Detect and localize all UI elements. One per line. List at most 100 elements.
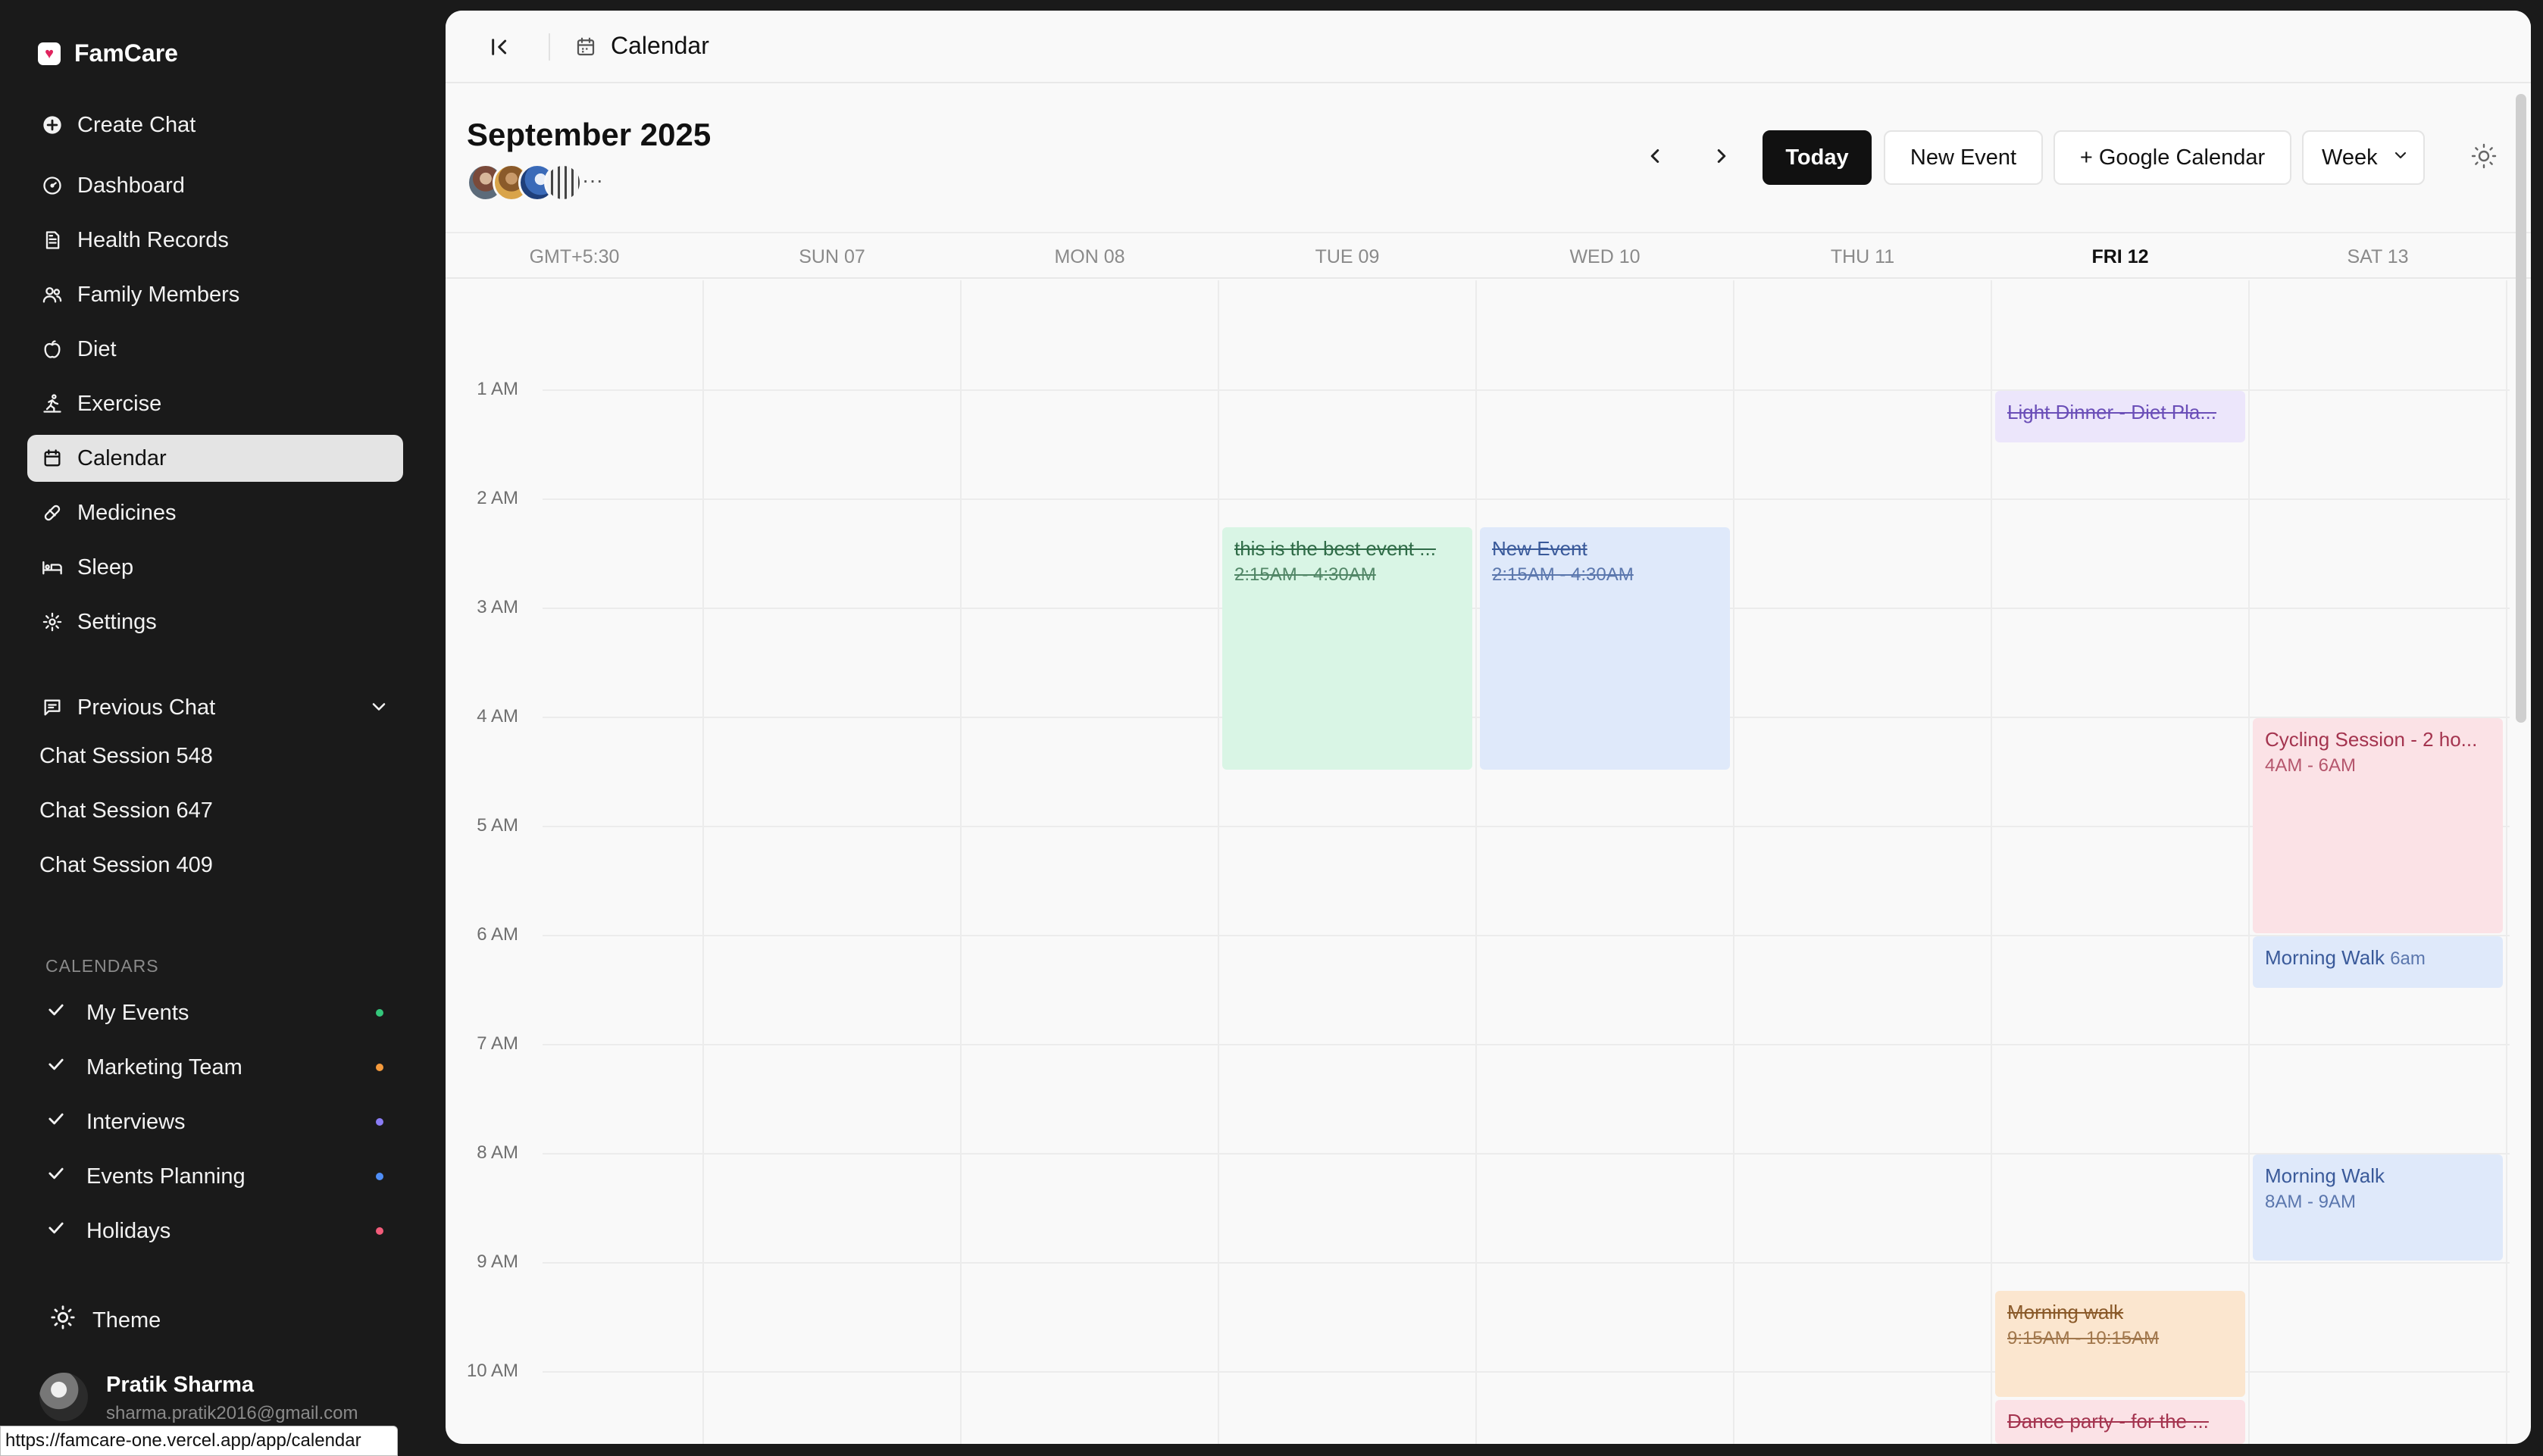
bed-icon bbox=[41, 556, 64, 579]
chat-session-item[interactable]: Chat Session 647 bbox=[39, 798, 213, 823]
prev-week-button[interactable] bbox=[1628, 130, 1682, 185]
calendar-color-dot bbox=[376, 1173, 383, 1180]
sidebar-item-diet[interactable]: Diet bbox=[27, 326, 403, 373]
event-title: Light Dinner - Diet Pla... bbox=[2007, 401, 2217, 423]
hour-divider bbox=[543, 935, 2510, 936]
event-time: 4AM - 6AM bbox=[2265, 755, 2357, 776]
chat-session-item[interactable]: Chat Session 409 bbox=[39, 853, 213, 878]
calendar-filter-label: My Events bbox=[86, 1000, 189, 1025]
page-title: Calendar bbox=[611, 32, 709, 59]
hour-label: 10 AM bbox=[466, 1361, 518, 1381]
day-header-cell[interactable]: FRI 12 bbox=[1991, 233, 2249, 280]
day-header-cell[interactable]: SUN 07 bbox=[703, 233, 961, 280]
day-header-cell[interactable]: WED 10 bbox=[1476, 233, 1734, 280]
calendar-event[interactable]: Morning Walk 8AM - 9AM bbox=[2253, 1154, 2503, 1261]
collapse-sidebar-icon[interactable] bbox=[488, 35, 512, 59]
calendar-event[interactable]: this is the best event ... 2:15AM - 4:30A… bbox=[1222, 527, 1472, 770]
event-title: Morning Walk bbox=[2265, 1164, 2385, 1187]
calendar-panel: Calendar September 2025 ··· Today New Ev… bbox=[446, 11, 2531, 1444]
hour-label: 1 AM bbox=[477, 379, 518, 399]
event-time: 2:15AM - 4:30AM bbox=[1492, 564, 1634, 585]
hour-divider bbox=[543, 1262, 2510, 1264]
user-profile[interactable]: Pratik Sharma sharma.pratik2016@gmail.co… bbox=[39, 1370, 403, 1430]
google-calendar-button[interactable]: + Google Calendar bbox=[2053, 130, 2291, 185]
timezone-label: GMT+5:30 bbox=[529, 245, 620, 267]
calendar-filter-my-events[interactable]: My Events bbox=[45, 994, 394, 1032]
sidebar-item-exercise[interactable]: Exercise bbox=[27, 380, 403, 427]
calendar-color-dot bbox=[376, 1227, 383, 1235]
hour-label: 6 AM bbox=[477, 924, 518, 945]
sidebar-item-label: Family Members bbox=[77, 282, 240, 307]
next-week-button[interactable] bbox=[1694, 130, 1749, 185]
hour-label: 3 AM bbox=[477, 597, 518, 617]
today-button[interactable]: Today bbox=[1763, 130, 1872, 185]
calendar-toolbar: Today New Event + Google Calendar Week bbox=[446, 130, 2531, 185]
day-column-divider bbox=[1733, 280, 1734, 1444]
calendar-event[interactable]: Light Dinner - Diet Pla... bbox=[1995, 391, 2245, 442]
sidebar-item-calendar[interactable]: Calendar bbox=[27, 435, 403, 482]
avatar bbox=[39, 1373, 88, 1421]
week-grid[interactable]: 1 AM 2 AM 3 AM 4 AM 5 AM 6 AM 7 AM 8 AM 9 AM 10 A… bbox=[446, 280, 2510, 1444]
chevron-left-icon bbox=[1644, 145, 1666, 171]
calendar-event[interactable]: Morning Walk 6am bbox=[2253, 936, 2503, 988]
sidebar-item-medicines[interactable]: Medicines bbox=[27, 489, 403, 536]
calendar-filter-marketing-team[interactable]: Marketing Team bbox=[45, 1048, 394, 1086]
sidebar-item-family-members[interactable]: Family Members bbox=[27, 271, 403, 318]
calendar-filter-holidays[interactable]: Holidays bbox=[45, 1212, 394, 1250]
view-select[interactable]: Week bbox=[2302, 130, 2425, 185]
sidebar-item-dashboard[interactable]: Dashboard bbox=[27, 162, 403, 209]
day-header-cell[interactable]: TUE 09 bbox=[1218, 233, 1476, 280]
day-column-divider bbox=[1991, 280, 1992, 1444]
chat-session-item[interactable]: Chat Session 548 bbox=[39, 744, 213, 769]
calendar-icon bbox=[574, 36, 597, 58]
theme-toggle[interactable]: Theme bbox=[50, 1304, 161, 1336]
new-event-button[interactable]: New Event bbox=[1884, 130, 2043, 185]
event-title: Morning Walk bbox=[2265, 946, 2385, 969]
day-header-cell[interactable]: SAT 13 bbox=[2249, 233, 2507, 280]
brand[interactable]: ♥ FamCare bbox=[38, 39, 178, 67]
sidebar-item-sleep[interactable]: Sleep bbox=[27, 544, 403, 591]
calendar-filter-label: Events Planning bbox=[86, 1164, 246, 1189]
sidebar-item-label: Calendar bbox=[77, 445, 167, 470]
calendar-event[interactable]: New Event 2:15AM - 4:30AM bbox=[1480, 527, 1730, 770]
calendar-filter-events-planning[interactable]: Events Planning bbox=[45, 1158, 394, 1195]
day-header-cell[interactable]: MON 08 bbox=[961, 233, 1218, 280]
day-column-divider bbox=[2248, 280, 2250, 1444]
scrollbar[interactable] bbox=[2516, 94, 2526, 723]
gauge-icon bbox=[41, 174, 64, 197]
calendar-color-dot bbox=[376, 1064, 383, 1071]
event-title: this is the best event ... bbox=[1234, 537, 1436, 560]
day-header-cell[interactable]: THU 11 bbox=[1734, 233, 1991, 280]
sidebar-item-settings[interactable]: Settings bbox=[27, 598, 403, 645]
chevron-right-icon bbox=[1710, 145, 1733, 171]
topbar: Calendar bbox=[446, 11, 2531, 83]
theme-toggle-button[interactable] bbox=[2457, 130, 2511, 185]
previous-chat-toggle[interactable]: Previous Chat bbox=[27, 684, 403, 731]
event-time: 2:15AM - 4:30AM bbox=[1234, 564, 1376, 585]
apple-icon bbox=[41, 338, 64, 361]
event-time: 6am bbox=[2390, 948, 2426, 969]
calendar-filter-label: Holidays bbox=[86, 1218, 171, 1243]
message-square-icon bbox=[41, 696, 64, 719]
calendar-event[interactable]: Dance party - for the ... bbox=[1995, 1400, 2245, 1444]
check-icon bbox=[45, 999, 67, 1026]
calendar-event[interactable]: Cycling Session - 2 ho... 4AM - 6AM bbox=[2253, 718, 2503, 933]
running-icon bbox=[41, 392, 64, 415]
calendar-filter-label: Marketing Team bbox=[86, 1055, 242, 1080]
event-time: 9:15AM - 10:15AM bbox=[2007, 1328, 2160, 1348]
event-title: Cycling Session - 2 ho... bbox=[2265, 728, 2478, 751]
check-icon bbox=[45, 1108, 67, 1136]
check-icon bbox=[45, 1054, 67, 1081]
calendar-color-dot bbox=[376, 1118, 383, 1126]
calendar-filter-interviews[interactable]: Interviews bbox=[45, 1103, 394, 1141]
sun-icon bbox=[50, 1304, 76, 1336]
sidebar-item-health-records[interactable]: Health Records bbox=[27, 217, 403, 264]
hour-divider bbox=[543, 1153, 2510, 1154]
gear-icon bbox=[41, 611, 64, 633]
calendar-event[interactable]: Morning walk 9:15AM - 10:15AM bbox=[1995, 1291, 2245, 1397]
calendar-filter-label: Interviews bbox=[86, 1109, 186, 1134]
calendar-icon bbox=[41, 447, 64, 470]
app-name: FamCare bbox=[74, 39, 178, 67]
heart-logo-icon: ♥ bbox=[38, 42, 61, 65]
create-chat-button[interactable]: Create Chat bbox=[27, 102, 403, 148]
